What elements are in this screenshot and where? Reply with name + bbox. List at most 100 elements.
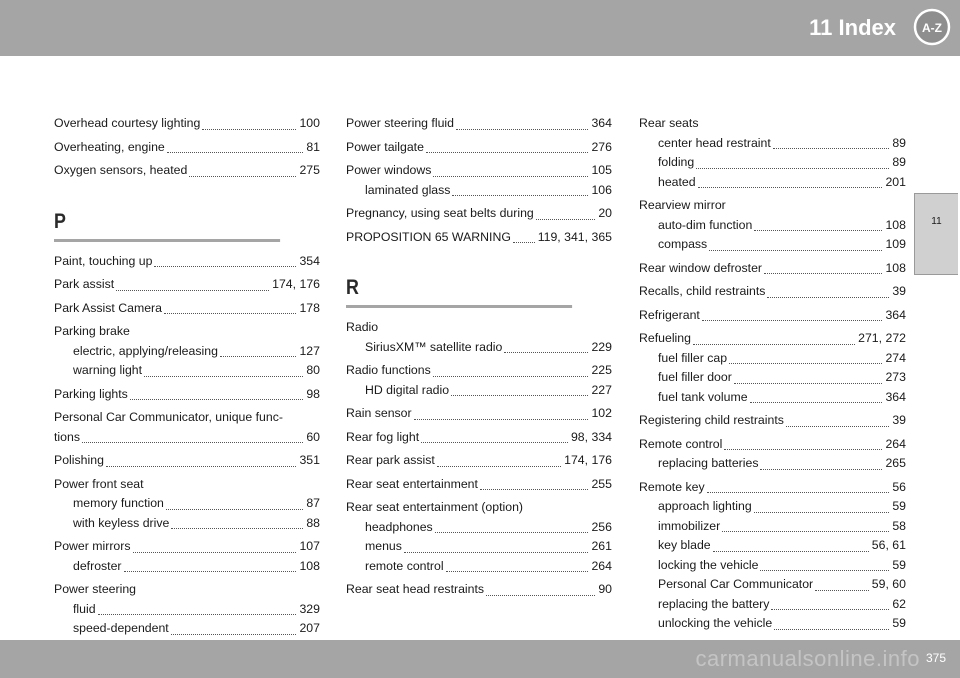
- entry-label: Rear park assist: [346, 453, 435, 467]
- entry-label: replacing the battery: [658, 596, 770, 611]
- page-reference: 108: [299, 558, 320, 573]
- dot-leader: [701, 320, 883, 321]
- page-reference: 108: [885, 217, 906, 232]
- index-entry-line: Overheating, engine 81: [54, 138, 320, 158]
- index-entry-line: folding 89: [639, 153, 906, 173]
- dot-leader: [129, 399, 304, 400]
- dot-leader: [754, 230, 883, 231]
- index-entry-line: Personal Car Communicator 59, 60: [639, 575, 906, 595]
- page-reference: 59: [892, 557, 906, 572]
- index-entry-line: Radio functions 225: [346, 361, 612, 381]
- page-reference: 364: [885, 389, 906, 404]
- page-reference: 39: [892, 284, 906, 298]
- page-reference: 354: [299, 253, 320, 268]
- index-entry-line: fuel filler cap 274: [639, 349, 906, 369]
- page-reference: 58: [892, 518, 906, 533]
- page-reference: 273: [885, 370, 906, 384]
- entry-label: Park assist: [54, 277, 115, 291]
- page-reference: 201: [885, 174, 906, 189]
- index-entry-line: immobilizer 58: [639, 517, 906, 537]
- chapter-tab-label: 11: [931, 216, 942, 227]
- dot-leader: [433, 175, 589, 177]
- index-entry-line: Polishing 351: [54, 451, 320, 471]
- index-entry-line: Recalls, child restraints 39: [639, 282, 906, 302]
- dot-leader: [434, 532, 589, 533]
- index-entry-line: Refrigerant 364: [639, 306, 906, 326]
- a-z-icon-text: A-Z: [922, 21, 942, 35]
- index-entry-line: key blade 56, 61: [639, 536, 906, 556]
- page-reference: 39: [892, 413, 906, 427]
- page-reference: 108: [885, 260, 906, 275]
- dot-leader: [729, 363, 883, 364]
- index-entry: Power steering fluid 329 speed-dependent 207: [54, 580, 320, 639]
- entry-label: Rear window defroster: [639, 260, 763, 275]
- entry-label: Power steering: [54, 582, 137, 596]
- index-entry-line: fuel tank volume 364: [639, 388, 906, 408]
- index-entry-line: Registering child restraints 39: [639, 411, 906, 431]
- entry-label: folding: [658, 155, 695, 169]
- page-reference: 276: [591, 139, 612, 154]
- dot-leader: [535, 218, 596, 220]
- entry-label: fluid: [73, 601, 96, 616]
- entry-label: Rain sensor: [346, 406, 412, 420]
- page-reference: 88: [306, 515, 320, 530]
- index-entry-line: replacing batteries 265: [639, 454, 906, 474]
- index-entry-line: locking the vehicle 59: [639, 556, 906, 576]
- index-entry-line: approach lighting 59: [639, 497, 906, 517]
- index-entry: Park assist 174, 176: [54, 275, 320, 295]
- entry-label: Power front seat: [54, 476, 144, 491]
- section-letter-heading: P: [54, 208, 281, 242]
- dot-leader: [97, 614, 297, 615]
- dot-leader: [452, 195, 589, 196]
- index-entry: Registering child restraints 39: [639, 411, 906, 431]
- page-reference: 56, 61: [871, 538, 906, 552]
- entry-label: locking the vehicle: [658, 557, 759, 572]
- page-reference: 225: [591, 363, 612, 377]
- index-entry: Rear seats center head restraint 89 folding…: [639, 114, 906, 192]
- page-reference: 261: [591, 539, 612, 553]
- dot-leader: [709, 249, 883, 251]
- entry-label: remote control: [365, 558, 444, 573]
- entry-label: Parking brake: [54, 324, 130, 338]
- dot-leader: [432, 375, 589, 377]
- index-entry-line: electric, applying/releasing 127: [54, 342, 320, 362]
- entry-label: menus: [365, 539, 402, 553]
- dot-leader: [753, 511, 890, 513]
- dot-leader: [144, 375, 304, 377]
- index-entry-line: fuel filler door 273: [639, 368, 906, 388]
- page-reference: 174, 176: [564, 453, 612, 467]
- page-reference: 59: [892, 499, 906, 513]
- index-entry: Refueling 271, 272 fuel filler cap 274 fuel …: [639, 329, 906, 407]
- index-entry-line: Power windows 105: [346, 161, 612, 181]
- entry-label: Remote key: [639, 479, 705, 494]
- dot-leader: [771, 609, 890, 610]
- page-reference: 89: [892, 135, 906, 150]
- entry-label: defroster: [73, 558, 122, 573]
- entry-label: fuel tank volume: [658, 389, 748, 404]
- entry-label: tions: [54, 429, 80, 444]
- index-entry-line: speed-dependent 207: [54, 619, 320, 639]
- page-reference: 109: [885, 237, 906, 251]
- entry-label: Rear fog light: [346, 429, 420, 444]
- dot-leader: [166, 152, 304, 153]
- page-reference: 60: [306, 429, 320, 444]
- index-entry-line: Rear park assist 174, 176: [346, 451, 612, 471]
- entry-label: warning light: [73, 363, 143, 377]
- page-reference: 227: [591, 382, 612, 397]
- page-reference: 329: [299, 601, 320, 616]
- page-reference: 256: [591, 519, 612, 534]
- index-entry-line: tions 60: [54, 428, 320, 448]
- index-entry-line: Rain sensor 102: [346, 404, 612, 424]
- index-entry-line: SiriusXM™ satellite radio 229: [346, 338, 612, 358]
- page-reference: 119, 341, 365: [537, 229, 612, 244]
- page-reference: 275: [299, 163, 320, 177]
- index-entry: PROPOSITION 65 WARNING 119, 341, 365: [346, 228, 612, 248]
- dot-leader: [774, 628, 890, 630]
- index-entry: Rear seat entertainment (option) headphon…: [346, 498, 612, 576]
- index-entry: Power tailgate 276: [346, 138, 612, 158]
- index-entry: Power windows 105 laminated glass 106: [346, 161, 612, 200]
- page-reference: 264: [885, 436, 906, 451]
- index-entry-line: remote control 264: [346, 557, 612, 577]
- dot-leader: [772, 148, 890, 149]
- index-entry: Paint, touching up 354: [54, 252, 320, 272]
